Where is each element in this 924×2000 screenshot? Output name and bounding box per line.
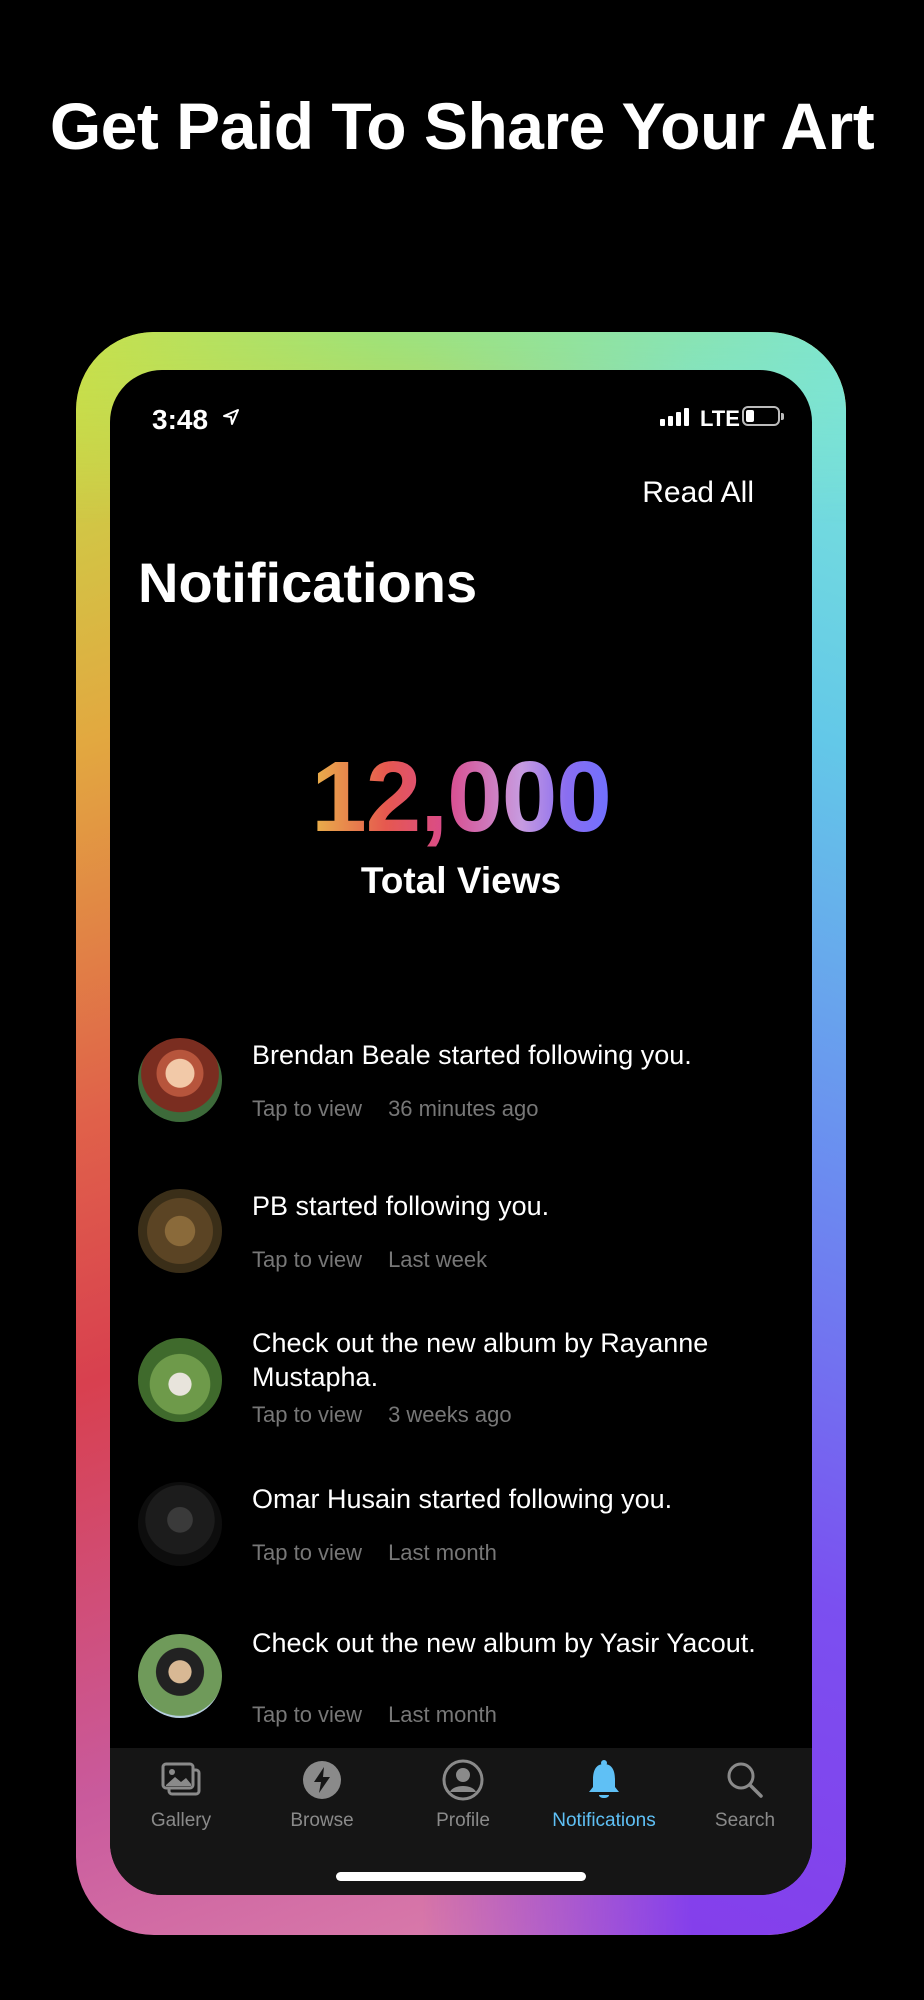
tab-label: Gallery	[150, 1810, 212, 1831]
tab-browse[interactable]: Browse	[252, 1758, 392, 1832]
total-views-count: 12,000	[311, 741, 612, 853]
total-views-label: Total Views	[360, 860, 562, 901]
avatar	[138, 1189, 222, 1273]
tap-to-view-link[interactable]: Tap to view	[252, 1540, 362, 1566]
promo-headline: Get Paid To Share Your Art	[49, 89, 875, 163]
avatar	[138, 1338, 222, 1422]
notification-text: Check out the new album by Rayanne Musta…	[252, 1328, 709, 1392]
bell-icon	[589, 1760, 619, 1798]
network-label: LTE	[700, 406, 740, 431]
notification-meta: Tap to view Last month	[252, 1540, 497, 1566]
avatar	[138, 1634, 222, 1718]
page-title: Notifications	[138, 551, 478, 614]
search-icon	[727, 1762, 763, 1798]
tap-to-view-link[interactable]: Tap to view	[252, 1096, 362, 1122]
notification-meta: Tap to view 36 minutes ago	[252, 1096, 539, 1122]
status-bar: 3:48 LTE	[110, 370, 812, 450]
home-indicator[interactable]	[336, 1872, 586, 1881]
status-time: 3:48	[152, 404, 209, 435]
avatar	[138, 1038, 222, 1122]
tab-search[interactable]: Search	[675, 1758, 812, 1832]
notification-time: Last week	[388, 1247, 488, 1272]
notification-meta: Tap to view Last week	[252, 1247, 487, 1273]
tab-label: Notifications	[552, 1810, 656, 1831]
tab-label: Profile	[436, 1810, 490, 1831]
gallery-icon	[161, 1762, 201, 1796]
phone-frame: 3:48 LTE Read All Notifications 12,000 T…	[76, 332, 846, 1935]
notification-text: Omar Husain started following you.	[252, 1484, 673, 1514]
notification-time: Last month	[388, 1540, 497, 1565]
notification-time: Last month	[388, 1702, 497, 1727]
tap-to-view-link[interactable]: Tap to view	[252, 1702, 362, 1728]
phone-screen: 3:48 LTE Read All Notifications 12,000 T…	[110, 370, 812, 1895]
read-all-button[interactable]: Read All	[642, 476, 754, 510]
signal-icon	[660, 408, 689, 426]
notification-meta: Tap to view 3 weeks ago	[252, 1402, 512, 1428]
tap-to-view-link[interactable]: Tap to view	[252, 1247, 362, 1273]
notification-meta: Tap to view Last month	[252, 1702, 497, 1728]
tap-to-view-link[interactable]: Tap to view	[252, 1402, 362, 1428]
location-arrow-icon	[223, 409, 239, 425]
tab-notifications[interactable]: Notifications	[534, 1758, 674, 1832]
promo-page: Get Paid To Share Your Art 3:48 LTE Read…	[0, 0, 924, 2000]
tab-label: Search	[714, 1810, 776, 1831]
notification-text: PB started following you.	[252, 1191, 550, 1221]
notification-time: 36 minutes ago	[388, 1096, 539, 1121]
notification-time: 3 weeks ago	[388, 1402, 512, 1427]
battery-icon	[742, 406, 784, 426]
notification-text: Brendan Beale started following you.	[252, 1040, 692, 1070]
tab-gallery[interactable]: Gallery	[111, 1758, 251, 1832]
avatar	[138, 1482, 222, 1566]
tab-label: Browse	[290, 1810, 354, 1831]
profile-icon	[442, 1759, 484, 1801]
tab-profile[interactable]: Profile	[393, 1758, 533, 1832]
notification-text: Check out the new album by Yasir Yacout.	[252, 1628, 756, 1658]
lightning-icon	[303, 1761, 341, 1799]
